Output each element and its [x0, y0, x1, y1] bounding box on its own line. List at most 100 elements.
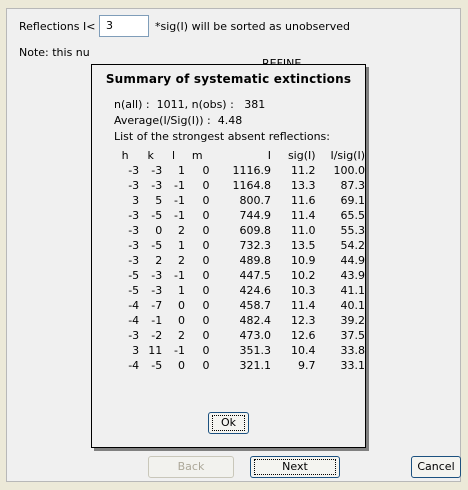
- cell-k: 0: [155, 224, 163, 237]
- cell-k: 5: [155, 194, 163, 207]
- column-header-sigma: sig(I): [287, 149, 316, 162]
- table-row: -4 -5 0 0 321.1 9.7 33.1: [111, 358, 365, 373]
- cell-h: -5: [128, 284, 140, 297]
- note-text: Note: this nu: [19, 46, 90, 59]
- cell-h: -3: [128, 224, 140, 237]
- cell-l: -1: [173, 194, 185, 207]
- back-button[interactable]: Back: [148, 456, 234, 478]
- cell-l: 0: [177, 359, 185, 372]
- table-row: -3 -5 1 0 732.3 13.5 54.2: [111, 238, 365, 253]
- cell-h: -4: [128, 314, 140, 327]
- cell-m: 0: [202, 224, 210, 237]
- cell-intensity: 489.8: [239, 254, 272, 267]
- cell-ratio: 43.9: [340, 269, 366, 282]
- cell-l: 0: [177, 299, 185, 312]
- ok-button-label: Ok: [220, 416, 237, 429]
- cell-k: -7: [151, 299, 163, 312]
- cell-h: -4: [128, 299, 140, 312]
- table-row: -3 -5 -1 0 744.9 11.4 65.5: [111, 208, 365, 223]
- next-button[interactable]: Next: [250, 456, 340, 478]
- cell-ratio: 87.3: [340, 179, 366, 192]
- cell-sigma: 9.7: [298, 359, 316, 372]
- cell-sigma: 10.4: [291, 344, 316, 357]
- cell-m: 0: [202, 194, 210, 207]
- cell-l: 2: [177, 254, 185, 267]
- reflections-suffix-label: *sig(I) will be sorted as unobserved: [155, 20, 350, 33]
- cell-h: -3: [128, 254, 140, 267]
- dialog-title: Summary of systematic extinctions: [105, 72, 352, 86]
- cell-intensity: 447.5: [239, 269, 272, 282]
- average-line: Average(I/Sig(I)) : 4.48: [114, 114, 243, 127]
- cell-sigma: 13.5: [291, 239, 316, 252]
- cell-sigma: 11.6: [291, 194, 316, 207]
- extinctions-summary-dialog: Summary of systematic extinctions n(all)…: [91, 64, 366, 448]
- cell-m: 0: [202, 209, 210, 222]
- cell-intensity: 424.6: [239, 284, 272, 297]
- table-row: -3 -3 1 0 1116.9 11.2 100.0: [111, 163, 365, 178]
- table-row: 3 11 -1 0 351.3 10.4 33.8: [111, 343, 365, 358]
- cancel-button[interactable]: Cancel: [411, 456, 461, 478]
- cell-sigma: 11.4: [291, 209, 316, 222]
- cell-ratio: 39.2: [340, 314, 366, 327]
- cell-sigma: 11.2: [291, 164, 316, 177]
- cell-sigma: 10.2: [291, 269, 316, 282]
- cell-intensity: 732.3: [239, 239, 272, 252]
- cell-ratio: 55.3: [340, 224, 366, 237]
- cell-h: -5: [128, 269, 140, 282]
- cell-m: 0: [202, 329, 210, 342]
- cell-intensity: 609.8: [239, 224, 272, 237]
- cell-m: 0: [202, 164, 210, 177]
- column-header-intensity: I: [267, 149, 272, 162]
- cell-k: -1: [151, 314, 163, 327]
- column-header-h: h: [121, 149, 129, 162]
- table-row: -5 -3 1 0 424.6 10.3 41.1: [111, 283, 365, 298]
- cell-m: 0: [202, 239, 210, 252]
- cell-intensity: 800.7: [239, 194, 272, 207]
- cell-k: 11: [148, 344, 163, 357]
- cell-sigma: 11.0: [291, 224, 316, 237]
- cell-h: -3: [128, 164, 140, 177]
- cell-ratio: 41.1: [340, 284, 366, 297]
- list-heading: List of the strongest absent reflections…: [114, 130, 330, 143]
- cell-k: -3: [151, 269, 163, 282]
- table-row: -4 -7 0 0 458.7 11.4 40.1: [111, 298, 365, 313]
- cell-ratio: 33.8: [340, 344, 366, 357]
- cell-intensity: 351.3: [239, 344, 272, 357]
- cell-l: -1: [173, 269, 185, 282]
- cell-k: -3: [151, 284, 163, 297]
- cell-l: -1: [173, 179, 185, 192]
- cell-m: 0: [202, 314, 210, 327]
- cell-intensity: 1116.9: [232, 164, 272, 177]
- cell-l: -1: [173, 209, 185, 222]
- ok-button[interactable]: Ok: [208, 412, 249, 434]
- cell-k: -3: [151, 164, 163, 177]
- table-row: -5 -3 -1 0 447.5 10.2 43.9: [111, 268, 365, 283]
- cell-intensity: 744.9: [239, 209, 272, 222]
- cell-m: 0: [202, 254, 210, 267]
- cell-intensity: 458.7: [239, 299, 272, 312]
- column-header-l: l: [172, 149, 176, 162]
- column-header-ratio: I/sig(I): [330, 149, 365, 162]
- cell-m: 0: [202, 359, 210, 372]
- cell-k: -5: [151, 209, 163, 222]
- cell-h: 3: [132, 194, 140, 207]
- counts-line: n(all) : 1011, n(obs) : 381: [114, 98, 266, 111]
- cancel-button-label: Cancel: [417, 460, 455, 473]
- cell-sigma: 10.9: [291, 254, 316, 267]
- table-header-row: h k l m I sig(I) I/sig(I): [111, 148, 365, 163]
- reflections-sigma-input[interactable]: 3: [99, 15, 149, 37]
- table-row: -3 0 2 0 609.8 11.0 55.3: [111, 223, 365, 238]
- cell-ratio: 69.1: [340, 194, 366, 207]
- back-button-label: Back: [177, 460, 205, 473]
- cell-k: 2: [155, 254, 163, 267]
- next-button-label: Next: [282, 460, 308, 473]
- cell-ratio: 37.5: [340, 329, 366, 342]
- cell-l: -1: [173, 344, 185, 357]
- cell-m: 0: [202, 269, 210, 282]
- cell-ratio: 44.9: [340, 254, 366, 267]
- cell-ratio: 100.0: [333, 164, 366, 177]
- table-row: -3 -3 -1 0 1164.8 13.3 87.3: [111, 178, 365, 193]
- reflections-label: Reflections I<: [19, 20, 96, 33]
- cell-intensity: 482.4: [239, 314, 272, 327]
- cell-intensity: 473.0: [239, 329, 272, 342]
